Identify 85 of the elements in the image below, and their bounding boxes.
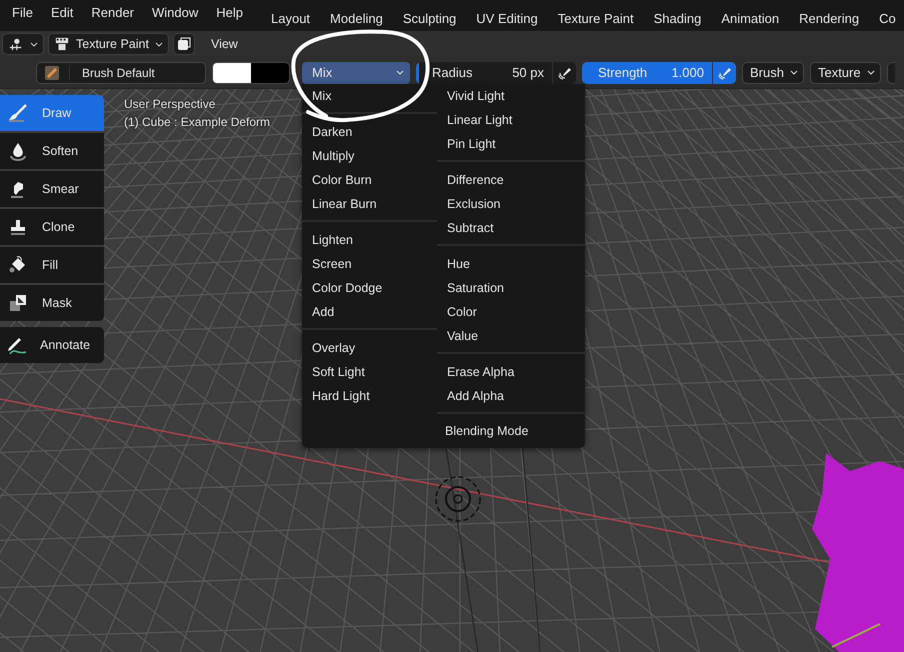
menu-option[interactable]: Add [302, 300, 437, 324]
menu-option[interactable]: Erase Alpha [437, 360, 585, 384]
xray-toggle-button[interactable] [172, 33, 195, 55]
pen-icon [718, 66, 732, 80]
bucket-icon [8, 255, 28, 275]
editor-icon [8, 37, 24, 51]
slider-value: 50 px [512, 65, 544, 80]
menu-option[interactable]: Difference [437, 168, 585, 192]
menu-option[interactable]: Linear Light [437, 108, 585, 132]
caret-icon [866, 70, 875, 75]
drop-icon [8, 141, 28, 161]
menu-item[interactable]: Render [91, 5, 134, 20]
menu-item[interactable]: Window [152, 5, 198, 20]
pressure-toggle-button[interactable] [712, 62, 736, 84]
tool-button[interactable]: Fill [0, 247, 104, 283]
menu-item[interactable]: Edit [50, 5, 74, 20]
menu-option[interactable]: Multiply [302, 144, 437, 168]
menu-option[interactable]: Overlay [302, 336, 437, 360]
slider-field[interactable]: Strength 1.000 [582, 62, 712, 84]
brush-thumbnail-icon [45, 66, 59, 80]
caret-icon [790, 70, 798, 75]
menu-option[interactable]: Hard Light [302, 384, 437, 408]
tool-button[interactable]: Mask [0, 285, 104, 321]
square-icon [176, 37, 191, 51]
y-axis-line [832, 623, 880, 648]
workspace-tab[interactable]: UV Editing [466, 11, 548, 26]
menu-option[interactable]: Lighten [302, 228, 437, 252]
menu-option[interactable]: Darken [302, 120, 437, 144]
menu-option[interactable]: Color Dodge [302, 276, 437, 300]
pressure-toggle-button[interactable] [552, 62, 576, 84]
menu-option[interactable]: Color [437, 300, 585, 324]
paintbrush-icon [8, 103, 28, 123]
pen-icon [558, 66, 572, 80]
dropdown[interactable]: Brush [742, 62, 804, 84]
menu-option[interactable]: Soft Light [302, 360, 437, 384]
viewport-info-text: User Perspective [124, 97, 216, 111]
brush-cursor-icon [435, 476, 481, 522]
menu-item[interactable]: File [12, 5, 33, 20]
workspace-tab[interactable]: Shading [644, 11, 712, 26]
slider-field[interactable]: Radius 50 px [416, 62, 552, 84]
caret-icon [396, 70, 404, 75]
workspace-tab[interactable]: Modeling [320, 11, 393, 26]
caret-icon [154, 42, 163, 46]
workspace-tab[interactable]: Sculpting [392, 11, 466, 26]
mode-dropdown[interactable]: Texture Paint [48, 33, 169, 55]
workspace-tab[interactable]: Animation [711, 11, 790, 26]
menu-option[interactable]: Color Burn [302, 168, 437, 192]
workspace-tab[interactable]: Co [869, 11, 904, 26]
tool-button[interactable]: Clone [0, 209, 104, 245]
tool-button[interactable]: Soften [0, 133, 104, 169]
viewport-info-text: (1) Cube : Example Deform [124, 115, 270, 129]
checker-brush-icon [54, 37, 70, 51]
menu-item[interactable]: Help [216, 5, 243, 20]
pencil-icon [6, 335, 28, 355]
menu-option[interactable]: Value [437, 324, 585, 348]
editor-type-button[interactable] [2, 33, 44, 55]
menu-option[interactable]: Exclusion [437, 192, 585, 216]
slider-label: Strength [598, 65, 648, 80]
slider-label: Radius [432, 65, 472, 80]
menu-option[interactable]: Screen [302, 252, 437, 276]
menu-option[interactable]: Linear Burn [302, 192, 437, 216]
color-swatch[interactable] [251, 62, 289, 82]
menu-option[interactable]: Saturation [437, 276, 585, 300]
blend-mode-dropdown[interactable]: Mix [302, 62, 410, 84]
caret-icon [30, 42, 38, 46]
annotate-tool-button[interactable]: Annotate [0, 327, 104, 363]
workspace-tab[interactable]: Layout [261, 11, 320, 26]
tool-button[interactable]: Draw [0, 95, 104, 131]
menu-option[interactable]: Subtract [437, 216, 585, 240]
menu-option[interactable]: Mix [302, 84, 437, 108]
brush-selector[interactable]: Brush Default [36, 62, 206, 84]
menu-option[interactable]: Pin Light [437, 132, 585, 156]
menu-title: Blending Mode [444, 423, 530, 440]
workspace-tab[interactable]: Texture Paint [548, 11, 644, 26]
dropdown[interactable]: Texture [810, 62, 881, 84]
workspace-tab[interactable]: Rendering [789, 11, 870, 26]
view-menu[interactable]: View [210, 37, 238, 51]
menu-option[interactable]: Vivid Light [437, 84, 585, 108]
menu-option[interactable]: Add Alpha [437, 384, 585, 408]
mask-icon [8, 293, 28, 313]
color-swatch[interactable] [213, 62, 251, 82]
stamp-icon [8, 217, 28, 237]
slider-value: 1.000 [671, 65, 704, 80]
menu-option[interactable]: Hue [437, 252, 585, 276]
tool-button[interactable]: Smear [0, 171, 104, 207]
